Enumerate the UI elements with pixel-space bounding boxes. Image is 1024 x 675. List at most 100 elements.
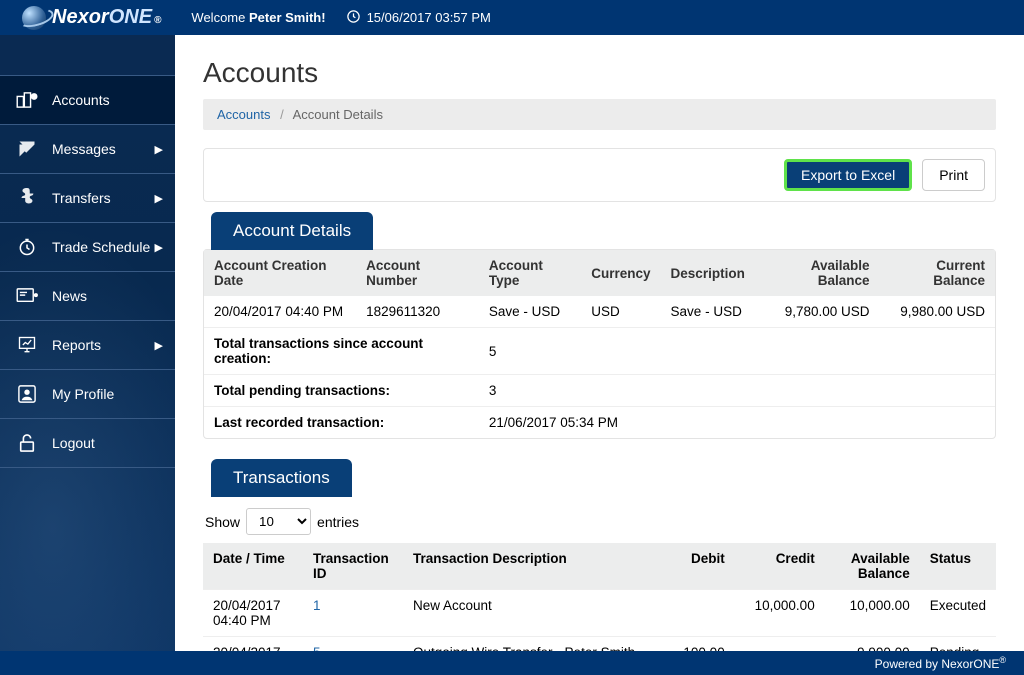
cell-available: 9,780.00 USD [755,296,880,328]
col-description: Description [661,250,755,296]
footer-text: Powered by NexorONE® [875,655,1006,671]
logout-icon [16,433,38,453]
cell-description: Save - USD [661,296,755,328]
trade-schedule-icon [16,237,38,257]
topbar: NexorONE® Welcome Peter Smith! 15/06/201… [0,0,1024,35]
summary-row: Total transactions since account creatio… [204,328,995,375]
transactions-panel: Show 10 entries Date / Time Transaction … [203,496,996,651]
sidebar-item-label: My Profile [52,386,114,402]
breadcrumb: Accounts / Account Details [203,99,996,130]
summary-row: Total pending transactions: 3 [204,375,995,407]
sidebar-item-label: News [52,288,87,304]
sidebar-item-accounts[interactable]: Accounts [0,75,175,125]
accounts-icon [16,90,38,110]
sidebar-item-transfers[interactable]: Transfers ▶ [0,174,175,223]
cell-available: 9,900.00 [825,637,920,652]
cell-status: Pending [920,637,996,652]
summary-row: Last recorded transaction: 21/06/2017 05… [204,407,995,439]
col-creation-date: Account Creation Date [204,250,356,296]
sidebar-item-reports[interactable]: Reports ▶ [0,321,175,370]
transactions-controls: Show 10 entries [203,496,996,543]
cell-type: Save - USD [479,296,581,328]
show-label: Show [205,514,240,530]
account-details-table: Account Creation Date Account Number Acc… [204,250,995,438]
cell-datetime: 20/04/2017 06:17 PM [203,637,303,652]
chevron-right-icon: ▶ [155,339,163,352]
col-available[interactable]: Available Balance [825,543,920,590]
col-datetime[interactable]: Date / Time [203,543,303,590]
cell-debit: 100.00 [660,637,735,652]
action-bar: Export to Excel Print [203,148,996,202]
print-button[interactable]: Print [922,159,985,191]
cell-credit: 10,000.00 [735,590,825,637]
account-details-tab: Account Details [211,212,373,250]
summary-label: Total transactions since account creatio… [204,328,479,375]
main-content: Accounts Accounts / Account Details Expo… [175,35,1024,651]
col-trx-description[interactable]: Transaction Description [403,543,660,590]
col-account-type: Account Type [479,250,581,296]
transaction-id-link[interactable]: 1 [313,598,321,613]
cell-current: 9,980.00 USD [880,296,995,328]
logo-text: NexorONE® [52,6,161,29]
sidebar-item-label: Messages [52,141,116,157]
cell-creation: 20/04/2017 04:40 PM [204,296,356,328]
footer: Powered by NexorONE® [0,651,1024,675]
account-row: 20/04/2017 04:40 PM 1829611320 Save - US… [204,296,995,328]
col-credit[interactable]: Credit [735,543,825,590]
cell-credit [735,637,825,652]
cell-status: Executed [920,590,996,637]
cell-number: 1829611320 [356,296,479,328]
transfers-icon [16,188,38,208]
summary-value: 21/06/2017 05:34 PM [479,407,995,439]
sidebar-item-label: Transfers [52,190,111,206]
breadcrumb-separator: / [280,107,284,122]
profile-icon [16,384,38,404]
brand-logo[interactable]: NexorONE® [20,4,161,32]
clock-icon [346,9,361,27]
messages-icon [16,139,38,159]
transactions-table: Date / Time Transaction ID Transaction D… [203,543,996,651]
news-icon [16,286,38,306]
breadcrumb-current: Account Details [293,107,383,122]
sidebar-item-logout[interactable]: Logout [0,419,175,468]
welcome-text: Welcome Peter Smith! [191,10,325,25]
cell-currency: USD [581,296,660,328]
summary-label: Last recorded transaction: [204,407,479,439]
page-title: Accounts [203,57,996,89]
sidebar-item-label: Accounts [52,92,110,108]
entries-select[interactable]: 10 [246,508,311,535]
transactions-tab: Transactions [211,459,352,497]
summary-label: Total pending transactions: [204,375,479,407]
export-to-excel-button[interactable]: Export to Excel [784,159,912,191]
sidebar-item-trade-schedule[interactable]: Trade Schedule ▶ [0,223,175,272]
cell-description: New Account [403,590,660,637]
sidebar: Accounts Messages ▶ Transfers ▶ [0,35,175,651]
chevron-right-icon: ▶ [155,192,163,205]
chevron-right-icon: ▶ [155,241,163,254]
sidebar-item-messages[interactable]: Messages ▶ [0,125,175,174]
sidebar-item-label: Reports [52,337,101,353]
summary-value: 3 [479,375,995,407]
transaction-row: 20/04/2017 06:17 PM 5 Outgoing Wire Tran… [203,637,996,652]
col-debit[interactable]: Debit [660,543,735,590]
breadcrumb-root[interactable]: Accounts [217,107,270,122]
col-current-balance: Current Balance [880,250,995,296]
cell-trx-id: 5 [303,637,403,652]
sidebar-item-label: Trade Schedule [52,239,150,255]
sidebar-item-news[interactable]: News [0,272,175,321]
cell-debit [660,590,735,637]
header-datetime: 15/06/2017 03:57 PM [346,9,491,27]
entries-label: entries [317,514,359,530]
summary-value: 5 [479,328,995,375]
col-status[interactable]: Status [920,543,996,590]
chevron-right-icon: ▶ [155,143,163,156]
col-currency: Currency [581,250,660,296]
sidebar-item-label: Logout [52,435,95,451]
cell-description: Outgoing Wire Transfer - Peter Smith - P… [403,637,660,652]
reports-icon [16,335,38,355]
sidebar-item-my-profile[interactable]: My Profile [0,370,175,419]
logo-orb-icon [20,4,48,32]
cell-available: 10,000.00 [825,590,920,637]
col-available-balance: Available Balance [755,250,880,296]
col-trx-id[interactable]: Transaction ID [303,543,403,590]
